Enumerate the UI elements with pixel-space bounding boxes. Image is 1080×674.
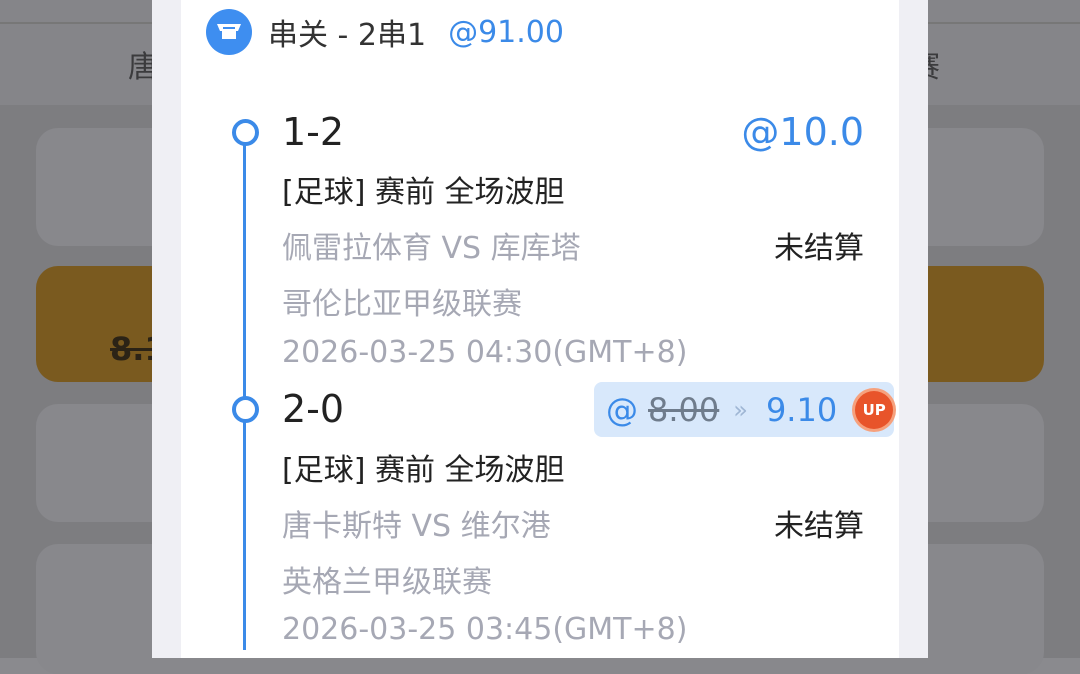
- double-chevron-icon: »: [733, 395, 748, 424]
- bet-league: 哥伦比亚甲级联赛: [282, 287, 522, 322]
- bet-teams: 唐卡斯特 VS 维尔港: [282, 509, 551, 544]
- odds-change-chip: @ 8.00 » 9.10 UP: [594, 382, 894, 437]
- bet-score: 2-0: [282, 387, 345, 431]
- parlay-total-odds: @91.00: [448, 14, 564, 50]
- divider: [0, 22, 152, 24]
- timeline-line: [243, 130, 246, 650]
- bet-market: [足球] 赛前 全场波胆: [282, 453, 565, 488]
- timeline-dot: [232, 119, 259, 146]
- bet-detail-sheet: 串关 - 2串1 @91.00 1-2 @10.0 [足球] 赛前 全场波胆 佩…: [152, 0, 928, 658]
- bet-teams: 佩雷拉体育 VS 库库塔: [282, 231, 581, 266]
- bet-market: [足球] 赛前 全场波胆: [282, 175, 565, 210]
- parlay-title: 串关 - 2串1: [268, 18, 427, 53]
- bet-time: 2026-03-25 03:45(GMT+8): [282, 612, 688, 647]
- bet-status: 未结算: [774, 509, 864, 544]
- odds-prefix: @: [606, 390, 638, 429]
- bet-status: 未结算: [774, 231, 864, 266]
- bet-odds: @10.0: [741, 110, 864, 154]
- odds-up-badge: UP: [855, 390, 894, 429]
- parlay-header: 串关 - 2串1 @91.00: [206, 9, 564, 55]
- odds-old: 8.00: [648, 390, 720, 429]
- bet-time: 2026-03-25 04:30(GMT+8): [282, 335, 688, 370]
- divider: [928, 22, 1080, 24]
- bet-detail-panel: 串关 - 2串1 @91.00 1-2 @10.0 [足球] 赛前 全场波胆 佩…: [181, 0, 899, 658]
- bet-score: 1-2: [282, 110, 345, 154]
- odds-new: 9.10: [765, 390, 838, 429]
- parlay-icon: [206, 9, 252, 55]
- timeline-dot: [232, 396, 259, 423]
- bet-league: 英格兰甲级联赛: [282, 565, 492, 600]
